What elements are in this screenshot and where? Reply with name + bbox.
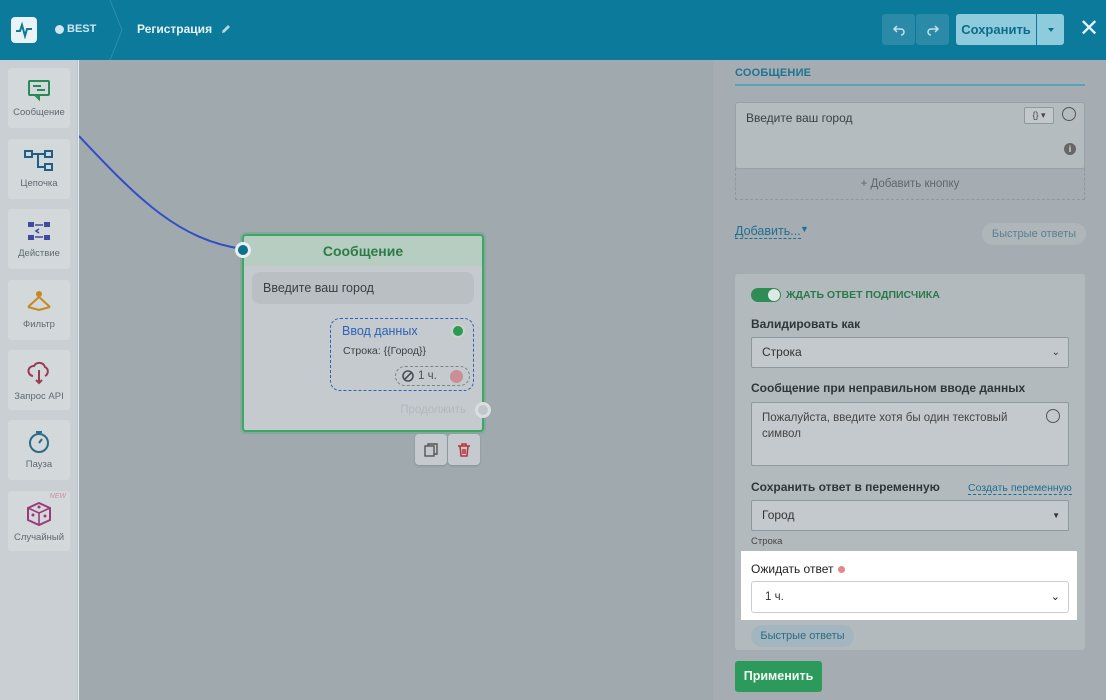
node-actions bbox=[415, 434, 480, 465]
delete-node-button[interactable] bbox=[448, 434, 480, 465]
input-output-port[interactable] bbox=[451, 324, 465, 338]
data-input-block[interactable]: Ввод данных Строка: {{Город}} 1 ч. bbox=[330, 318, 474, 391]
timer-icon bbox=[29, 431, 49, 453]
tool-pause[interactable]: Пауза bbox=[8, 420, 70, 480]
action-icon bbox=[28, 222, 50, 240]
app-logo[interactable] bbox=[11, 17, 37, 43]
message-text: Введите ваш город bbox=[746, 111, 853, 125]
save-dropdown-button[interactable] bbox=[1037, 14, 1064, 45]
apply-button[interactable]: Применить bbox=[735, 661, 822, 692]
emoji-icon[interactable] bbox=[1062, 107, 1076, 121]
emoji-icon[interactable] bbox=[1046, 409, 1060, 423]
data-input-variable: Строка: {{Город}} bbox=[343, 345, 426, 357]
validate-label: Валидировать как bbox=[751, 317, 861, 331]
brand-text: BEST bbox=[67, 23, 97, 35]
message-textarea[interactable]: Введите ваш город {} ▾ i bbox=[735, 102, 1085, 169]
timeout-text: 1 ч. bbox=[418, 370, 437, 382]
filter-icon bbox=[27, 291, 51, 312]
wait-timeout-select[interactable]: 1 ч. ⌄ bbox=[751, 581, 1069, 613]
add-content-link[interactable]: Добавить... bbox=[735, 224, 801, 239]
continue-label: Продолжить bbox=[400, 404, 466, 416]
tool-label: Пауза bbox=[25, 459, 53, 470]
undo-icon bbox=[892, 24, 905, 36]
flow-title: Регистрация bbox=[137, 22, 213, 36]
tool-label: Фильтр bbox=[23, 319, 55, 330]
wait-timeout-field: Ожидать ответ 1 ч. ⌄ bbox=[741, 551, 1077, 620]
timeout-chip: 1 ч. bbox=[395, 366, 470, 386]
caret-down-icon: ▼ bbox=[800, 224, 809, 234]
dice-icon bbox=[27, 501, 51, 527]
quick-replies-button-2[interactable]: Быстрые ответы bbox=[751, 625, 854, 647]
node-input-port[interactable] bbox=[235, 242, 251, 258]
tool-random[interactable]: NEW Случайный bbox=[8, 491, 70, 551]
variable-value: Город bbox=[762, 508, 795, 522]
brand-name: BEST bbox=[55, 23, 96, 35]
tool-label: Цепочка bbox=[20, 178, 58, 189]
block-icon bbox=[402, 370, 414, 382]
tool-chain[interactable]: Цепочка bbox=[8, 139, 70, 199]
create-variable-link[interactable]: Создать переменную bbox=[968, 482, 1072, 495]
top-bar: BEST Регистрация Сохранить ✕ bbox=[0, 0, 1106, 60]
node-title: Сообщение bbox=[244, 236, 482, 266]
tool-label: Действие bbox=[18, 248, 60, 259]
variable-label: {} bbox=[1032, 110, 1039, 120]
breadcrumb[interactable]: Регистрация bbox=[137, 22, 232, 36]
flow-canvas[interactable]: Сообщение Введите ваш город Ввод данных … bbox=[79, 60, 713, 700]
wait-timeout-label: Ожидать ответ bbox=[751, 562, 846, 576]
tool-label: Случайный bbox=[13, 532, 65, 543]
tool-filter[interactable]: Фильтр bbox=[8, 280, 70, 340]
continue-output-port[interactable] bbox=[475, 402, 491, 418]
pencil-icon[interactable] bbox=[220, 23, 232, 35]
breadcrumb-separator bbox=[109, 0, 123, 60]
section-title: СООБЩЕНИЕ bbox=[735, 67, 812, 79]
error-message-label: Сообщение при неправильном вводе данных bbox=[751, 381, 1026, 395]
error-message-text: Пожалуйста, введите хотя бы один текстов… bbox=[762, 412, 1008, 440]
validate-select[interactable]: Строка ⌄ bbox=[751, 337, 1069, 368]
chat-bubble-icon bbox=[55, 24, 64, 34]
quick-replies-button[interactable]: Быстрые ответы bbox=[982, 223, 1086, 245]
required-dot bbox=[838, 565, 846, 573]
section-divider bbox=[735, 84, 1085, 86]
message-node[interactable]: Сообщение Введите ваш город Ввод данных … bbox=[235, 234, 491, 432]
info-icon[interactable]: i bbox=[1064, 143, 1076, 155]
wait-timeout-label-text: Ожидать ответ bbox=[751, 562, 834, 576]
wait-timeout-value: 1 ч. bbox=[765, 591, 784, 603]
chain-icon bbox=[24, 150, 53, 171]
save-variable-label: Сохранить ответ в переменную bbox=[751, 480, 940, 494]
tool-action[interactable]: Действие bbox=[8, 209, 70, 269]
message-bubble: Введите ваш город bbox=[252, 272, 474, 304]
error-message-textarea[interactable]: Пожалуйста, введите хотя бы один текстов… bbox=[751, 402, 1069, 466]
close-button[interactable]: ✕ bbox=[1077, 17, 1101, 41]
redo-button[interactable] bbox=[916, 14, 949, 45]
timeout-output-port[interactable] bbox=[450, 370, 463, 383]
wait-reply-label: ЖДАТЬ ОТВЕТ ПОДПИСЧИКА bbox=[786, 289, 940, 301]
caret-down-icon bbox=[1047, 27, 1054, 32]
copy-node-button[interactable] bbox=[415, 434, 447, 465]
tool-api-request[interactable]: Запрос API bbox=[8, 350, 70, 410]
pulse-icon bbox=[16, 21, 32, 39]
tool-label: Запрос API bbox=[14, 391, 64, 402]
wait-reply-toggle[interactable] bbox=[751, 288, 781, 302]
tool-message[interactable]: Сообщение bbox=[8, 68, 70, 128]
add-button-button[interactable]: + Добавить кнопку bbox=[735, 168, 1085, 200]
variable-select[interactable]: Город ▼ bbox=[751, 500, 1069, 531]
chevron-down-icon: ⌄ bbox=[1051, 347, 1060, 358]
validate-value: Строка bbox=[762, 345, 802, 359]
chevron-down-icon: ⌄ bbox=[1050, 591, 1060, 603]
message-icon bbox=[28, 80, 50, 102]
save-button[interactable]: Сохранить bbox=[956, 14, 1036, 45]
undo-button[interactable] bbox=[882, 14, 915, 45]
caret-down-icon: ▼ bbox=[1052, 511, 1060, 520]
redo-icon bbox=[926, 24, 939, 36]
tool-label: Сообщение bbox=[13, 107, 65, 118]
new-badge: NEW bbox=[49, 493, 66, 500]
node-toolbar: Сообщение Цепочка Действие Фильтр Запрос… bbox=[0, 60, 78, 700]
trash-icon bbox=[458, 442, 470, 457]
api-icon bbox=[27, 361, 49, 385]
variable-type-hint: Строка bbox=[751, 536, 783, 547]
data-input-title: Ввод данных bbox=[342, 324, 418, 338]
copy-icon bbox=[424, 442, 438, 457]
insert-variable-button[interactable]: {} ▾ bbox=[1024, 107, 1054, 124]
